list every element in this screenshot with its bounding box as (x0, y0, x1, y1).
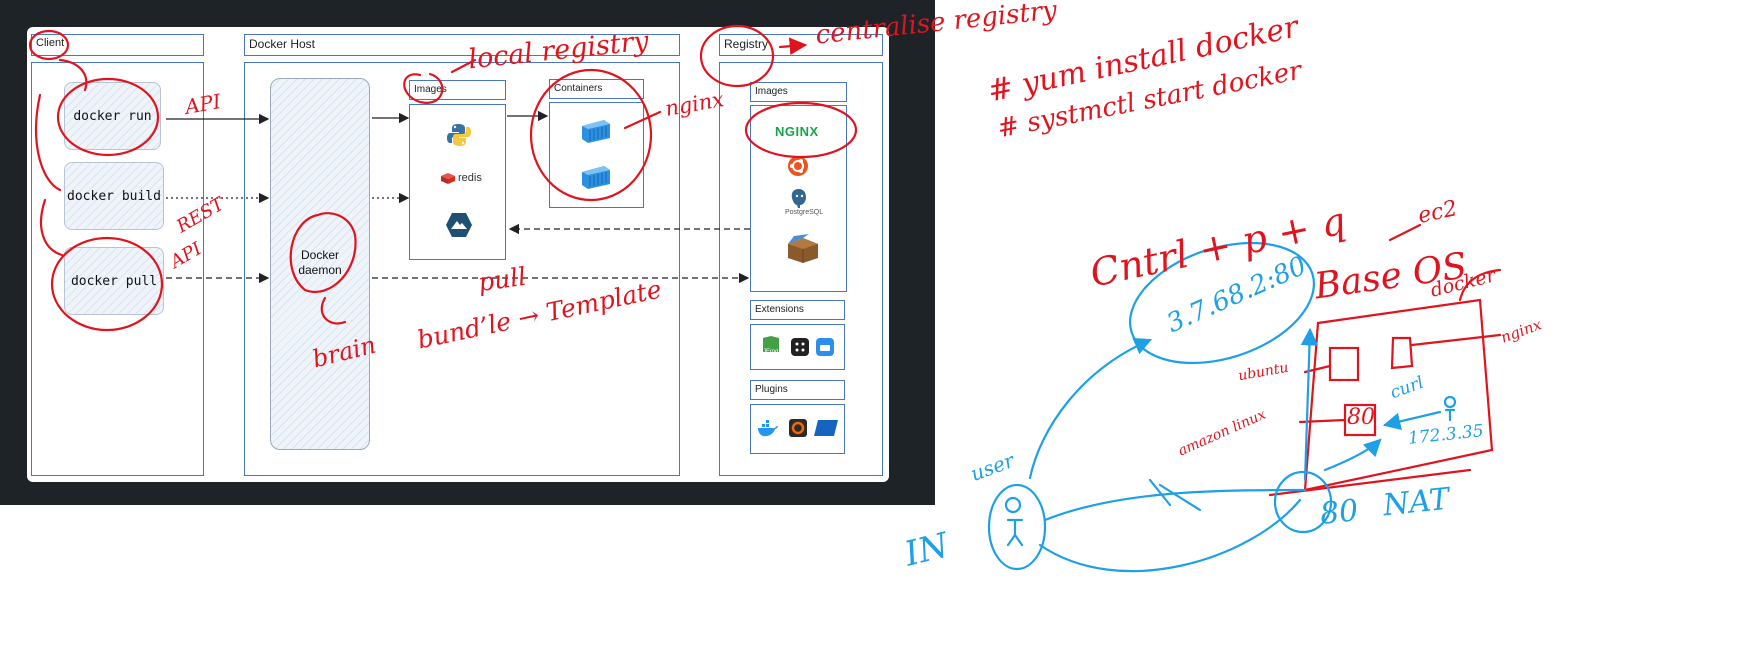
containers-header: Containers (549, 79, 644, 99)
alpine-icon (446, 213, 472, 237)
ubuntu-icon (788, 156, 808, 176)
ctrl-p-q-annotation: Cntrl + p + q (1086, 198, 1350, 296)
nginx-small-annotation: nginx (1498, 315, 1544, 347)
redis-icon (441, 173, 455, 184)
postgresql-label: PostgreSQL (785, 209, 824, 216)
nginx-logo: NGINX (775, 124, 819, 139)
grafana-icon (789, 419, 807, 437)
docker-run-command: docker run (64, 82, 161, 150)
extensions-header: Extensions (750, 300, 845, 320)
ec2-annotation: ec2 (1415, 196, 1460, 229)
docker-whale-icon (758, 420, 778, 437)
jfrog-label: JFrog (763, 349, 779, 355)
jfrog-icon (763, 336, 779, 352)
docker-pull-command: docker pull (64, 247, 164, 315)
nat-annotation: NAT (1381, 481, 1451, 524)
in-annotation: IN (900, 525, 953, 575)
port-80-nat-annotation: 80 (1318, 493, 1360, 532)
host-images-header: Images (409, 80, 506, 100)
user-annotation: user (967, 448, 1018, 486)
plugins-header: Plugins (750, 380, 845, 400)
storage-extension-icon (816, 338, 834, 356)
python-icon (447, 124, 471, 146)
docker-build-command: docker build (64, 162, 164, 230)
grid-app-icon (791, 338, 809, 356)
client-header: Client (31, 34, 204, 56)
curl-annotation: curl (1387, 372, 1427, 404)
package-box-icon (788, 234, 818, 263)
ubuntu-small-annotation: ubuntu (1236, 359, 1290, 385)
postgresql-icon (791, 189, 806, 208)
port-80-container-annotation: 80 (1347, 405, 1375, 430)
registry-images-header: Images (750, 82, 847, 102)
redis-label: redis (458, 172, 482, 184)
amazon-linux-annotation: amazon linux (1175, 406, 1269, 460)
plugin-tag-icon (814, 420, 838, 436)
private-ip-annotation: 172.3.35 (1407, 421, 1485, 449)
container-icon (582, 166, 610, 189)
container-icon (582, 120, 610, 143)
docker-daemon-label: Docker daemon (298, 248, 342, 277)
